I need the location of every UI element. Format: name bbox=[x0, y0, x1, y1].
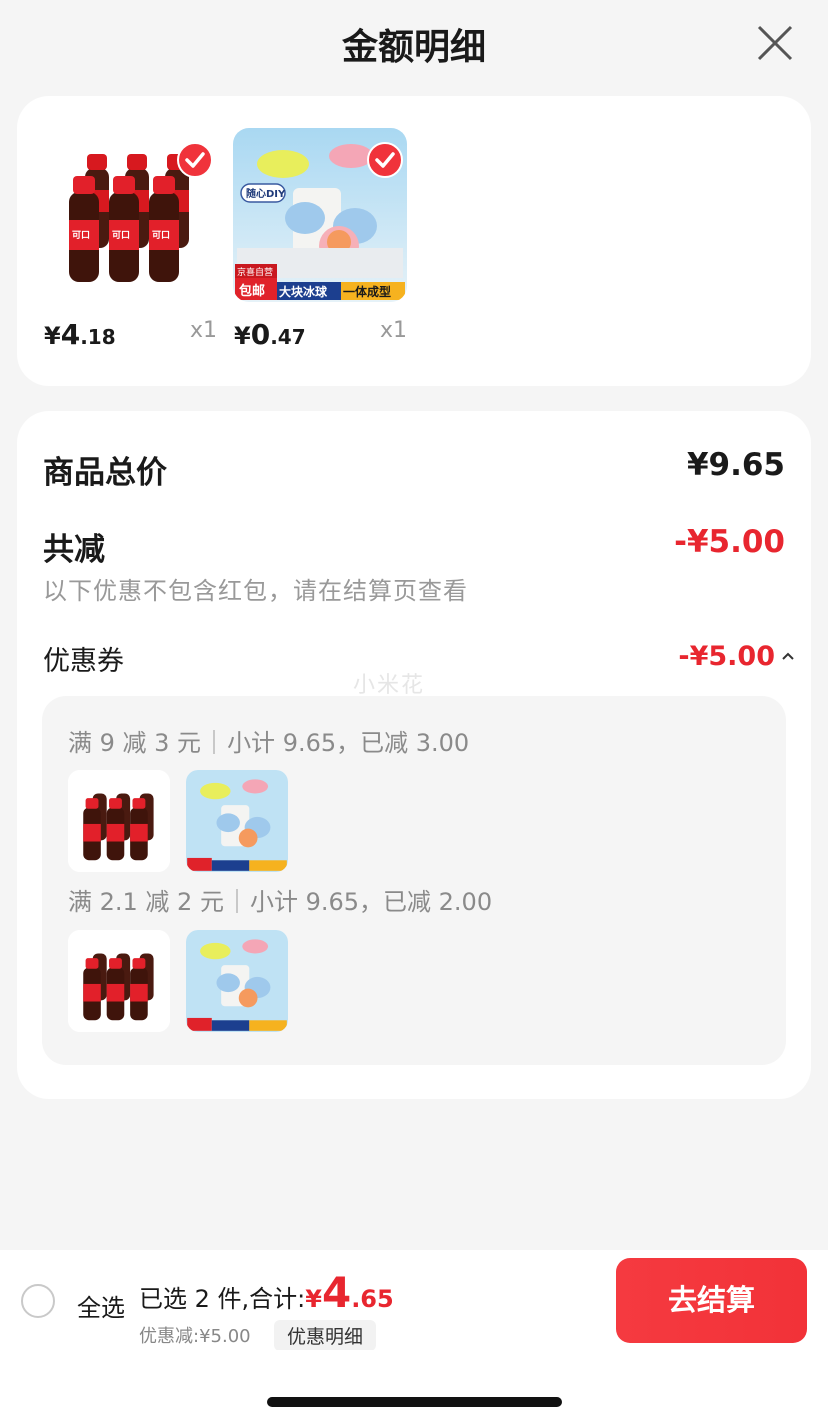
total-reduction-value: -¥5.00 bbox=[674, 524, 785, 560]
total-price-label: 商品总价 bbox=[43, 455, 167, 491]
product-qty-cola: x1 bbox=[190, 318, 218, 343]
home-indicator[interactable] bbox=[267, 1397, 562, 1407]
select-all-label[interactable]: 全选 bbox=[77, 1288, 125, 1323]
price-breakdown-card: 商品总价 ¥9.65 共减 -¥5.00 以下优惠不包含红包，请在结算页查看 优… bbox=[17, 411, 811, 1099]
product-price-ice-mold: ¥0.47 bbox=[234, 318, 306, 351]
coupon-rule-2: 满 2.1 减 2 元小计 9.65，已减 2.00 bbox=[68, 888, 493, 916]
coupon-rule-1: 满 9 减 3 元小计 9.65，已减 3.00 bbox=[68, 729, 470, 757]
close-button[interactable] bbox=[756, 24, 794, 62]
checked-badge[interactable] bbox=[177, 142, 213, 178]
selected-summary: 已选 2 件,合计:¥4.65 bbox=[139, 1268, 394, 1317]
svg-text:可口: 可口 bbox=[112, 230, 130, 241]
chevron-up-icon[interactable] bbox=[781, 651, 795, 661]
product-image-ice-mold[interactable]: 随心DIY 京喜自营 包邮 大块冰球 一体成型 bbox=[233, 128, 407, 302]
svg-text:随心DIY: 随心DIY bbox=[246, 187, 286, 200]
selected-products-card: 可口 可口 可口 ¥4.18 x1 随心DIY 京喜自营 包邮 大块冰球 一体成… bbox=[17, 96, 811, 386]
total-price-value: ¥9.65 bbox=[686, 447, 785, 483]
discount-detail-button[interactable]: 优惠明细 bbox=[274, 1320, 377, 1351]
select-all-radio[interactable] bbox=[21, 1284, 55, 1318]
coupon-item-cola bbox=[68, 930, 170, 1032]
checked-badge[interactable] bbox=[367, 142, 403, 178]
svg-text:一体成型: 一体成型 bbox=[343, 284, 391, 299]
svg-text:大块冰球: 大块冰球 bbox=[279, 284, 328, 299]
home-indicator-area bbox=[0, 1350, 828, 1424]
discount-amount: 优惠减:¥5.00 bbox=[139, 1326, 251, 1347]
discount-note: 以下优惠不包含红包，请在结算页查看 bbox=[43, 577, 468, 605]
coupon-label[interactable]: 优惠券 bbox=[43, 639, 124, 678]
svg-text:可口: 可口 bbox=[72, 230, 90, 241]
product-price-cola: ¥4.18 bbox=[44, 318, 116, 351]
coupon-item-ice-mold bbox=[186, 770, 288, 872]
total-reduction-label: 共减 bbox=[43, 532, 105, 568]
coupon-item-cola bbox=[68, 770, 170, 872]
coupon-value[interactable]: -¥5.00 bbox=[678, 641, 775, 672]
check-icon bbox=[185, 152, 205, 168]
checkout-button[interactable]: 去结算 bbox=[616, 1258, 807, 1343]
check-icon bbox=[375, 152, 395, 168]
close-icon bbox=[757, 25, 793, 61]
page-title: 金额明细 bbox=[341, 27, 486, 68]
watermark: 小米花 bbox=[353, 673, 426, 698]
svg-text:包邮: 包邮 bbox=[239, 283, 265, 299]
coupon-details: 满 9 减 3 元小计 9.65，已减 3.00 满 2.1 减 2 元 小计 … bbox=[42, 696, 786, 1065]
svg-text:可口: 可口 bbox=[152, 230, 170, 241]
product-image-cola[interactable]: 可口 可口 可口 bbox=[43, 128, 217, 302]
svg-text:京喜自营: 京喜自营 bbox=[237, 266, 273, 278]
header: 金额明细 bbox=[0, 0, 828, 92]
coupon-item-ice-mold bbox=[186, 930, 288, 1032]
product-qty-ice-mold: x1 bbox=[380, 318, 408, 343]
checkout-bar: 全选 已选 2 件,合计:¥4.65 优惠减:¥5.00 优惠明细 去结算 bbox=[0, 1250, 828, 1351]
